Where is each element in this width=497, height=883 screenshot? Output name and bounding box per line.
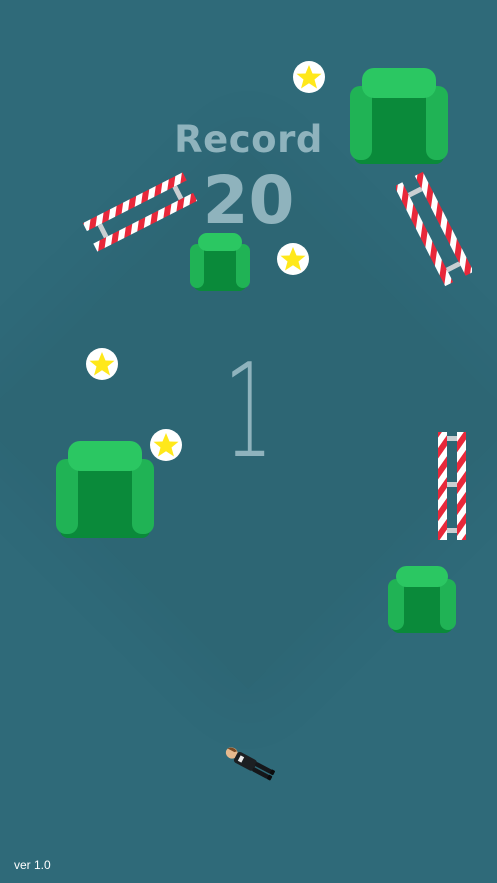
striped-barrier xyxy=(82,172,198,252)
green-chair xyxy=(56,441,154,538)
star-icon[interactable] xyxy=(293,61,325,93)
version-label: ver 1.0 xyxy=(14,858,51,872)
star-icon[interactable] xyxy=(86,348,118,380)
game-stage[interactable]: Record 20 1 ver 1.0 xyxy=(0,0,497,883)
striped-barrier xyxy=(438,432,466,540)
star-icon[interactable] xyxy=(277,243,309,275)
player-character[interactable] xyxy=(218,745,278,785)
green-chair xyxy=(388,566,456,633)
star-icon[interactable] xyxy=(150,429,182,461)
striped-barrier xyxy=(396,171,472,287)
green-chair xyxy=(350,68,448,164)
